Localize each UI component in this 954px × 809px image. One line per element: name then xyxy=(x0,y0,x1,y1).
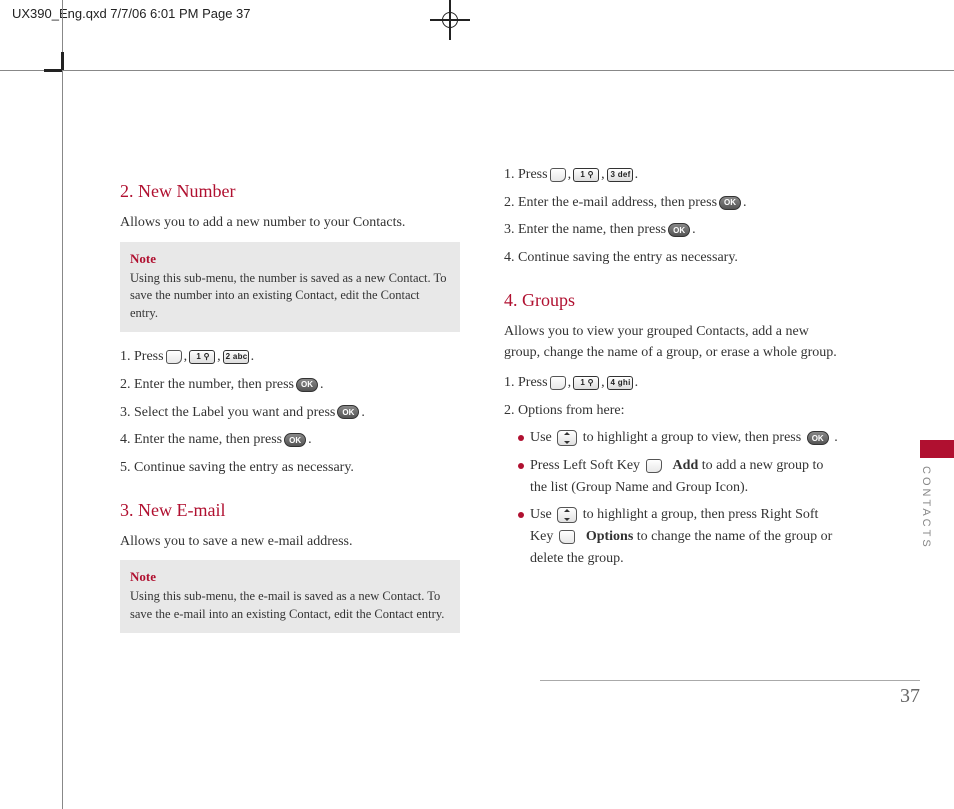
step-text: 5. Continue saving the entry as necessar… xyxy=(120,457,354,479)
key-3-icon: 3 def xyxy=(607,168,633,182)
bullet-text: . xyxy=(834,430,838,445)
bullet-item: Press Left Soft Key Add to add a new gro… xyxy=(518,455,844,498)
ok-key-icon: OK xyxy=(668,223,690,237)
trim-tick xyxy=(61,52,64,70)
bullet-text: to change the name of the group or delet… xyxy=(530,529,832,566)
bullet-item: Use to highlight a group to view, then p… xyxy=(518,427,844,449)
step-text: 3. Enter the name, then press xyxy=(504,219,666,241)
step-text: . xyxy=(743,192,747,214)
step-text: . xyxy=(692,219,696,241)
key-4-icon: 4 ghi xyxy=(607,376,633,390)
bullet-icon xyxy=(518,512,524,518)
bullet-text: Use xyxy=(530,430,555,445)
step: 1. Press , 1 ⚲ , 2 abc . xyxy=(120,346,460,368)
step: 3. Enter the name, then press OK . xyxy=(504,219,844,241)
step-text: 1. Press xyxy=(504,164,548,186)
step-text: . xyxy=(635,164,639,186)
step-text: 2. Enter the e-mail address, then press xyxy=(504,192,717,214)
step-text: , xyxy=(568,164,572,186)
side-tab: CONTACTS xyxy=(920,440,954,550)
ok-key-icon: OK xyxy=(807,431,829,445)
left-soft-key-icon xyxy=(550,376,566,390)
registration-mark-icon xyxy=(430,0,470,40)
nav-key-icon xyxy=(557,430,577,446)
step: 2. Enter the e-mail address, then press … xyxy=(504,192,844,214)
section-intro: Allows you to view your grouped Contacts… xyxy=(504,321,844,364)
ok-key-icon: OK xyxy=(719,196,741,210)
step: 3. Select the Label you want and press O… xyxy=(120,402,460,424)
step-text: 1. Press xyxy=(120,346,164,368)
section-heading-groups: 4. Groups xyxy=(504,287,844,315)
note-body: Using this sub-menu, the e-mail is saved… xyxy=(130,588,450,623)
step: 5. Continue saving the entry as necessar… xyxy=(120,457,460,479)
note-body: Using this sub-menu, the number is saved… xyxy=(130,270,450,323)
step-text: . xyxy=(635,372,639,394)
bullet-text: Press Left Soft Key xyxy=(530,458,644,473)
step-text: , xyxy=(601,372,605,394)
note-title: Note xyxy=(130,250,450,268)
trim-line-horizontal xyxy=(0,70,954,71)
step: 2. Enter the number, then press OK . xyxy=(120,374,460,396)
bullet-bold: Options xyxy=(586,529,633,544)
left-soft-key-icon xyxy=(166,350,182,364)
step: 2. Options from here: xyxy=(504,400,844,422)
ok-key-icon: OK xyxy=(296,378,318,392)
crop-mark-header: UX390_Eng.qxd 7/7/06 6:01 PM Page 37 xyxy=(12,6,251,21)
bullet-icon xyxy=(518,463,524,469)
page-content: 2. New Number Allows you to add a new nu… xyxy=(120,160,880,647)
page-number: 37 xyxy=(540,680,920,708)
step-text: 3. Select the Label you want and press xyxy=(120,402,335,424)
trim-line-vertical xyxy=(62,0,63,809)
step-text: , xyxy=(184,346,188,368)
ok-key-icon: OK xyxy=(337,405,359,419)
step-text: , xyxy=(568,372,572,394)
left-soft-key-icon xyxy=(550,168,566,182)
step-text: 1. Press xyxy=(504,372,548,394)
section-heading-new-number: 2. New Number xyxy=(120,178,460,206)
column-left: 2. New Number Allows you to add a new nu… xyxy=(120,160,460,647)
bullet-item: Use to highlight a group, then press Rig… xyxy=(518,504,844,569)
section-intro: Allows you to add a new number to your C… xyxy=(120,212,460,234)
step-text: . xyxy=(251,346,255,368)
step-text: , xyxy=(601,164,605,186)
step-text: . xyxy=(320,374,324,396)
step-text: , xyxy=(217,346,221,368)
key-1-icon: 1 ⚲ xyxy=(573,376,599,390)
bullet-bold: Add xyxy=(673,458,699,473)
left-soft-key-icon xyxy=(646,459,662,473)
trim-tick xyxy=(44,69,62,72)
note-box: Note Using this sub-menu, the number is … xyxy=(120,242,460,333)
step-text: 2. Enter the number, then press xyxy=(120,374,294,396)
step-text: . xyxy=(361,402,365,424)
right-soft-key-icon xyxy=(559,530,575,544)
step-text: 2. Options from here: xyxy=(504,400,625,422)
ok-key-icon: OK xyxy=(284,433,306,447)
key-2-icon: 2 abc xyxy=(223,350,249,364)
note-box: Note Using this sub-menu, the e-mail is … xyxy=(120,560,460,633)
note-title: Note xyxy=(130,568,450,586)
side-tab-label: CONTACTS xyxy=(920,466,932,550)
step: 4. Enter the name, then press OK . xyxy=(120,429,460,451)
step-text: . xyxy=(308,429,312,451)
section-heading-new-email: 3. New E-mail xyxy=(120,497,460,525)
step: 1. Press , 1 ⚲ , 4 ghi . xyxy=(504,372,844,394)
side-tab-marker xyxy=(920,440,954,458)
key-1-icon: 1 ⚲ xyxy=(573,168,599,182)
key-1-icon: 1 ⚲ xyxy=(189,350,215,364)
column-right: 1. Press , 1 ⚲ , 3 def . 2. Enter the e-… xyxy=(504,160,844,647)
step: 1. Press , 1 ⚲ , 3 def . xyxy=(504,164,844,186)
nav-key-icon xyxy=(557,507,577,523)
bullet-text: Use xyxy=(530,507,555,522)
step-text: 4. Continue saving the entry as necessar… xyxy=(504,247,738,269)
step: 4. Continue saving the entry as necessar… xyxy=(504,247,844,269)
bullet-icon xyxy=(518,435,524,441)
section-intro: Allows you to save a new e-mail address. xyxy=(120,531,460,553)
bullet-text: to highlight a group to view, then press xyxy=(583,430,805,445)
step-text: 4. Enter the name, then press xyxy=(120,429,282,451)
